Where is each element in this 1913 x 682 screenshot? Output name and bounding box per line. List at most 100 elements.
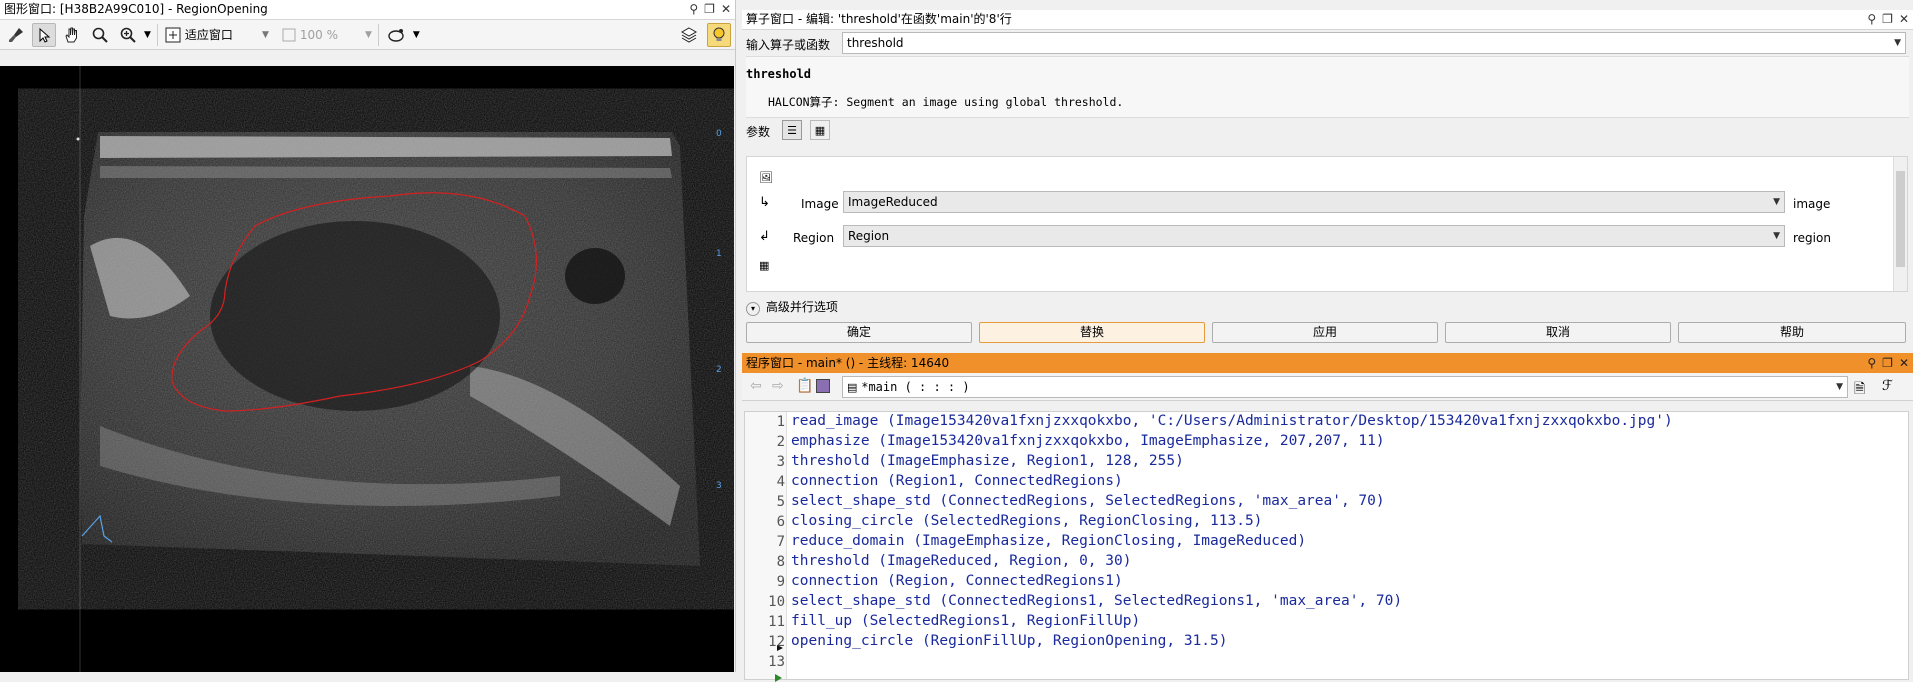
program-window-titlebar: 程序窗口 - main* () - 主线程: 14640 ⚲ ❐ ✕ (742, 353, 1913, 373)
replace-button[interactable]: 替换 (979, 322, 1205, 343)
code-line[interactable]: emphasize (Image153420va1fxnjzxxqokxbo, … (791, 433, 1385, 449)
line-number: 5 (776, 494, 785, 510)
pin-icon[interactable]: ⚲ (1867, 10, 1876, 29)
code-editor[interactable]: 1 2 3 4 5 6 7 8 9 10 11 12 13 read_image (Image15342… (744, 411, 1909, 682)
close-icon[interactable]: ✕ (1899, 353, 1909, 373)
ruler-label: 2 (716, 365, 722, 375)
program-window: 程序窗口 - main* () - 主线程: 14640 ⚲ ❐ ✕ ⇦ ⇨ 📋… (742, 353, 1913, 682)
param-name-image: Image (801, 197, 839, 211)
chevron-down-icon[interactable]: ▼ (1773, 192, 1780, 212)
zoom-in-icon[interactable] (116, 23, 140, 47)
procedure-icon: ▤ (847, 381, 858, 394)
operator-name: threshold (746, 67, 812, 81)
layers-icon[interactable] (677, 23, 701, 47)
program-counter-icon (775, 674, 782, 682)
program-window-title: 程序窗口 - main* () - 主线程: 14640 (746, 356, 950, 370)
chevron-down-icon[interactable]: ▼ (1894, 33, 1901, 53)
chevron-down-icon[interactable]: ▼ (144, 30, 151, 40)
cancel-button[interactable]: 取消 (1445, 322, 1671, 343)
procedure-select[interactable]: ▤ *main ( : : : ) ▼ (842, 376, 1848, 398)
output-arrow-icon: ↲ (759, 229, 770, 244)
float-icon[interactable]: ❐ (704, 0, 715, 19)
fit-window-icon (165, 27, 181, 42)
image-canvas[interactable]: 0 1 2 3 (0, 66, 734, 672)
code-line[interactable]: opening_circle (RegionFillUp, RegionOpen… (791, 633, 1228, 649)
pin-icon[interactable]: ⚲ (1867, 353, 1876, 373)
chevron-down-icon[interactable]: ▼ (413, 30, 420, 40)
clear-icon[interactable]: ℱ (1882, 378, 1893, 394)
operator-input-row: 输入算子或函数 threshold ▼ (742, 30, 1913, 56)
insertion-marker-icon (777, 645, 783, 651)
close-icon[interactable]: ✕ (1899, 10, 1909, 29)
code-line[interactable]: threshold (ImageEmphasize, Region1, 128,… (791, 453, 1184, 469)
operator-input[interactable]: threshold ▼ (842, 32, 1906, 54)
clipboard-icon[interactable]: 📋 (796, 378, 813, 394)
code-line[interactable]: threshold (ImageReduced, Region, 0, 30) (791, 553, 1131, 569)
line-number: 11 (768, 614, 785, 630)
chevron-down-icon[interactable]: ▼ (1773, 226, 1780, 246)
magnifier-icon[interactable] (88, 23, 112, 47)
param-image-select[interactable]: ImageReduced ▼ (843, 191, 1785, 213)
lightbulb-icon[interactable] (707, 22, 731, 47)
scrollbar-thumb[interactable] (1896, 171, 1905, 267)
toolbar-separator (377, 23, 379, 46)
param-region-select[interactable]: Region ▼ (843, 225, 1785, 247)
param-type-image: image (1793, 197, 1831, 211)
code-line[interactable]: reduce_domain (ImageEmphasize, RegionClo… (791, 533, 1306, 549)
advanced-options-label: 高级并行选项 (765, 300, 838, 314)
clear-brush-icon[interactable] (4, 23, 28, 47)
pin-icon[interactable]: ⚲ (689, 0, 698, 19)
procedure-value: *main ( : : : ) (861, 380, 970, 394)
line-number: 9 (776, 574, 785, 590)
code-line[interactable]: connection (Region, ConnectedRegions1) (791, 573, 1123, 589)
code-line[interactable]: select_shape_std (ConnectedRegions, Sele… (791, 493, 1385, 509)
params-panel: 🖼 ↳ Image ImageReduced ▼ image ↲ Region … (746, 156, 1908, 292)
code-line[interactable]: closing_circle (SelectedRegions, RegionC… (791, 513, 1262, 529)
code-line[interactable]: connection (Region1, ConnectedRegions) (791, 473, 1123, 489)
param-type-region: region (1793, 231, 1831, 245)
close-icon[interactable]: ✕ (721, 0, 731, 19)
pointer-icon[interactable] (32, 22, 56, 47)
operator-window: 算子窗口 - 编辑: 'threshold'在函数'main'的'8'行 ⚲ ❐… (742, 10, 1913, 344)
help-button[interactable]: 帮助 (1678, 322, 1906, 343)
line-number-gutter: 1 2 3 4 5 6 7 8 9 10 11 12 13 (745, 412, 787, 679)
ultrasound-image (80, 132, 700, 566)
apply-button[interactable]: 应用 (1212, 322, 1438, 343)
line-number: 8 (776, 554, 785, 570)
zoom-percent-icon (282, 28, 296, 41)
param-region-value: Region (848, 229, 890, 243)
code-line[interactable]: select_shape_std (ConnectedRegions1, Sel… (791, 593, 1402, 609)
operator-window-titlebar: 算子窗口 - 编辑: 'threshold'在函数'main'的'8'行 ⚲ ❐… (742, 10, 1913, 30)
draw-shape-icon[interactable] (385, 23, 409, 47)
image-params-icon: 🖼 (759, 171, 773, 184)
table-view-icon[interactable]: ▦ (810, 120, 830, 140)
float-icon[interactable]: ❐ (1882, 10, 1893, 29)
chevron-down-icon: ▼ (261, 29, 269, 40)
line-number: 6 (776, 514, 785, 530)
ruler-label: 3 (716, 481, 722, 491)
forward-arrow-icon[interactable]: ⇨ (772, 378, 784, 394)
ok-button[interactable]: 确定 (746, 322, 972, 343)
ruler-label: 1 (716, 249, 722, 259)
back-arrow-icon[interactable]: ⇦ (750, 378, 762, 394)
hand-pan-icon[interactable] (60, 23, 84, 47)
advanced-options[interactable]: ▾ 高级并行选项 (746, 298, 838, 316)
line-number: 13 (768, 654, 785, 670)
input-arrow-icon: ↳ (759, 195, 770, 210)
graphics-window-titlebar: 图形窗口: [H38B2A99C010] - RegionOpening ⚲ ❐… (0, 0, 735, 20)
graphics-window-statusbar (0, 672, 736, 680)
code-line[interactable]: read_image (Image153420va1fxnjzxxqokxbo,… (791, 413, 1673, 429)
chevron-down-icon[interactable]: ▼ (1836, 377, 1843, 397)
ruler-label: 0 (716, 129, 722, 139)
float-icon[interactable]: ❐ (1882, 353, 1893, 373)
zoom-value: 100 % (299, 27, 338, 42)
procedure-edit-icon[interactable]: 🗎 (1854, 378, 1865, 402)
expand-chevron-icon[interactable]: ▾ (746, 302, 760, 316)
grid-icon[interactable] (816, 379, 830, 393)
params-scrollbar[interactable] (1893, 157, 1907, 291)
param-image-value: ImageReduced (848, 195, 938, 209)
operator-input-label: 输入算子或函数 (746, 38, 831, 52)
code-line[interactable]: fill_up (SelectedRegions1, RegionFillUp) (791, 613, 1140, 629)
fit-window-combo[interactable]: 适应窗口 ▼ (164, 26, 269, 44)
list-view-icon[interactable]: ☰ (782, 120, 802, 140)
